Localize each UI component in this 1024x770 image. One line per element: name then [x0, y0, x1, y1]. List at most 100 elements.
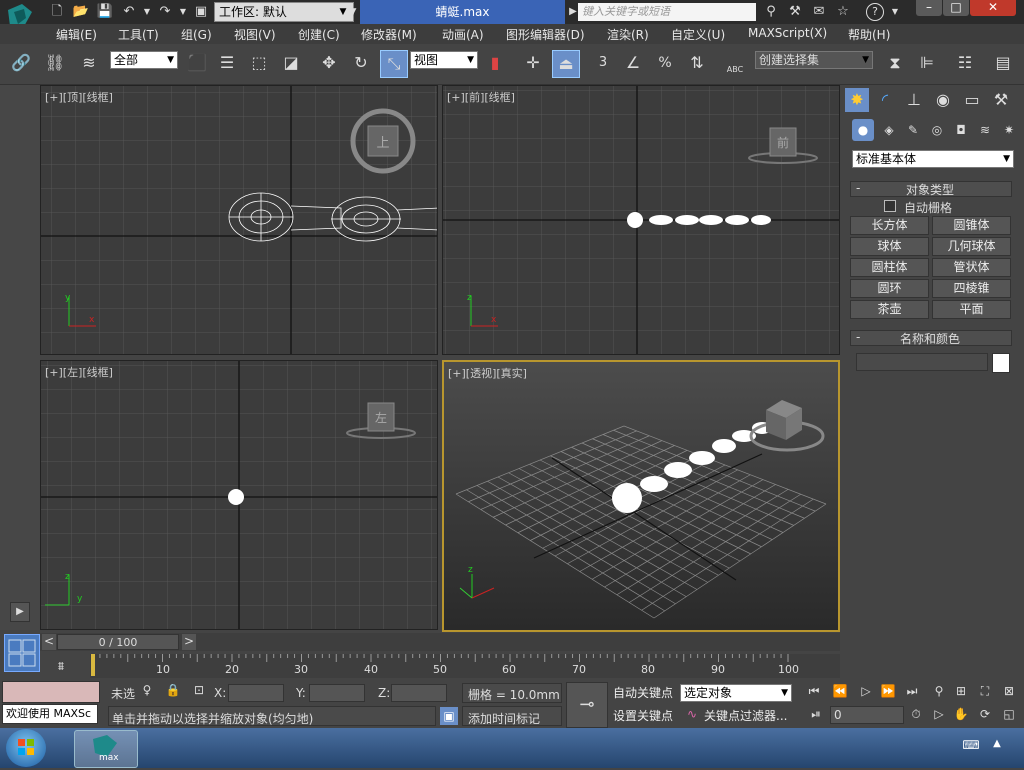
minimize-button[interactable]: –: [916, 0, 942, 16]
menu-rendering[interactable]: 渲染(R): [607, 26, 649, 43]
menu-create[interactable]: 创建(C): [298, 26, 340, 43]
viewport-front-label[interactable]: [+][前][线框]: [447, 89, 515, 105]
save-file-icon[interactable]: 💾: [96, 3, 114, 21]
zoom-all-icon[interactable]: ⊞: [952, 684, 970, 702]
graphite-tools-icon[interactable]: ▤: [990, 50, 1016, 76]
go-to-end-icon[interactable]: ⏭: [902, 684, 922, 702]
cp-tab-create-icon[interactable]: ✸: [845, 88, 869, 112]
teapot-button[interactable]: 茶壶: [850, 300, 929, 319]
isolate-selection-icon[interactable]: ♀: [138, 683, 156, 701]
previous-frame-icon[interactable]: ⏪: [830, 684, 850, 702]
time-prev-button[interactable]: <: [42, 634, 56, 650]
object-name-field[interactable]: [856, 353, 988, 371]
mirror-icon[interactable]: ⧗: [882, 50, 908, 76]
rect-selection-icon[interactable]: ⬚: [246, 50, 272, 76]
subscription-icon[interactable]: ⚒: [786, 3, 804, 21]
maximize-viewport-icon[interactable]: ◱: [1000, 707, 1018, 725]
play-icon[interactable]: ▷: [856, 684, 876, 702]
open-file-icon[interactable]: 📂: [72, 3, 90, 21]
field-of-view-icon[interactable]: ▷: [930, 707, 948, 725]
zoom-icon[interactable]: ⚲: [930, 684, 948, 702]
viewport-front[interactable]: 前 z x [+][前][线框]: [442, 85, 840, 355]
edit-named-selection-icon[interactable]: ABC: [722, 50, 748, 76]
cp-tab-utilities-icon[interactable]: ⚒: [989, 88, 1013, 112]
viewport-left[interactable]: 左 z y [+][左][线框]: [40, 360, 438, 630]
spacewarps-category-icon[interactable]: ≋: [974, 119, 996, 141]
percent-snap-icon[interactable]: %: [652, 50, 678, 76]
rollout-toggle-2[interactable]: -: [856, 330, 860, 344]
align-icon[interactable]: ⊫: [914, 50, 940, 76]
rotate-icon[interactable]: ↻: [348, 50, 374, 76]
close-button[interactable]: ✕: [970, 0, 1016, 16]
viewport-left-label[interactable]: [+][左][线框]: [45, 364, 113, 380]
keyboard-tray-icon[interactable]: ⌨: [962, 738, 980, 754]
link-icon[interactable]: 🔗: [8, 50, 34, 76]
cp-tab-modify-icon[interactable]: ◜: [873, 88, 897, 112]
time-next-button[interactable]: >: [182, 634, 196, 650]
help-icon[interactable]: ?: [866, 3, 884, 21]
time-configuration-icon[interactable]: ⏱: [906, 707, 926, 725]
undo-dropdown-icon[interactable]: ▼: [138, 3, 156, 21]
cp-tab-display-icon[interactable]: ▭: [960, 88, 984, 112]
x-coord-field[interactable]: [228, 684, 284, 702]
tray-expand-icon[interactable]: ▲: [990, 738, 1004, 754]
time-tag-icon[interactable]: ▣: [440, 707, 458, 725]
geometry-category-icon[interactable]: ●: [852, 119, 874, 141]
plane-button[interactable]: 平面: [932, 300, 1011, 319]
select-by-name-icon[interactable]: ☰: [214, 50, 240, 76]
spinner-snap-icon[interactable]: ⇅: [684, 50, 710, 76]
shapes-category-icon[interactable]: ◈: [878, 119, 900, 141]
selection-lock-icon[interactable]: 🔒: [164, 683, 182, 701]
menu-tools[interactable]: 工具(T): [118, 26, 159, 43]
curve-editor-icon[interactable]: ⩩: [50, 656, 72, 676]
maximize-button[interactable]: □: [943, 0, 969, 16]
menu-maxscript[interactable]: MAXScript(X): [748, 26, 827, 40]
viewport-layout-icon[interactable]: [4, 634, 40, 672]
menu-animation[interactable]: 动画(A): [442, 26, 484, 43]
viewport-perspective[interactable]: z [+][透视][真实]: [442, 360, 840, 632]
new-file-icon[interactable]: 🗋: [48, 3, 66, 21]
redo-dropdown-icon[interactable]: ▼: [174, 3, 192, 21]
snap-toggle-icon[interactable]: 3: [590, 50, 616, 76]
primitive-type-select[interactable]: 标准基本体: [852, 150, 1014, 168]
time-slider-thumb[interactable]: 0 / 100: [57, 634, 179, 650]
viewport-top[interactable]: 上 y x [+][顶][线框]: [40, 85, 438, 355]
bind-spacewarp-icon[interactable]: ≋: [76, 50, 102, 76]
menu-views[interactable]: 视图(V): [234, 26, 276, 43]
object-color-swatch[interactable]: [992, 353, 1010, 373]
selection-filter-select[interactable]: 全部: [110, 51, 178, 69]
named-selection-set-select[interactable]: 创建选择集: [755, 51, 873, 69]
set-key-button[interactable]: 设置关键点: [610, 706, 676, 726]
communication-icon[interactable]: ✉: [810, 3, 828, 21]
reference-coord-select[interactable]: 视图: [410, 51, 478, 69]
scale-icon[interactable]: ⤡: [380, 50, 408, 78]
move-icon[interactable]: ✥: [316, 50, 342, 76]
set-key-icon[interactable]: ⊸: [566, 682, 608, 728]
auto-grid-checkbox[interactable]: [884, 200, 896, 212]
menu-help[interactable]: 帮助(H): [848, 26, 890, 43]
cylinder-button[interactable]: 圆柱体: [850, 258, 929, 277]
binoculars-icon[interactable]: ⚲: [762, 3, 780, 21]
welcome-box[interactable]: 欢迎使用 MAXSc: [2, 704, 98, 724]
orbit-icon[interactable]: ⟳: [976, 707, 994, 725]
zoom-extents-all-icon[interactable]: ⊠: [1000, 684, 1018, 702]
unlink-icon[interactable]: ⛓: [42, 50, 68, 76]
systems-category-icon[interactable]: ✷: [998, 119, 1020, 141]
rollout-toggle[interactable]: -: [856, 181, 860, 195]
zoom-extents-icon[interactable]: ⛶: [976, 684, 994, 702]
keyboard-shortcut-icon[interactable]: ⏏: [552, 50, 580, 78]
next-frame-icon[interactable]: ⏩: [878, 684, 898, 702]
box-button[interactable]: 长方体: [850, 216, 929, 235]
window-crossing-icon[interactable]: ◪: [278, 50, 304, 76]
lights-category-icon[interactable]: ✎: [902, 119, 924, 141]
project-folder-icon[interactable]: ▣: [192, 3, 210, 21]
select-object-icon[interactable]: ⬛: [184, 50, 210, 76]
menu-graph-editors[interactable]: 图形编辑器(D): [506, 26, 585, 43]
viewport-perspective-label[interactable]: [+][透视][真实]: [448, 365, 527, 381]
key-filters-button[interactable]: 关键点过滤器...: [704, 706, 794, 726]
track-bar[interactable]: [90, 654, 840, 678]
undo-icon[interactable]: ↶: [120, 3, 138, 21]
geosphere-button[interactable]: 几何球体: [932, 237, 1011, 256]
key-filter-icon[interactable]: ∿: [682, 707, 702, 725]
viewcube-perspective[interactable]: [749, 400, 825, 452]
